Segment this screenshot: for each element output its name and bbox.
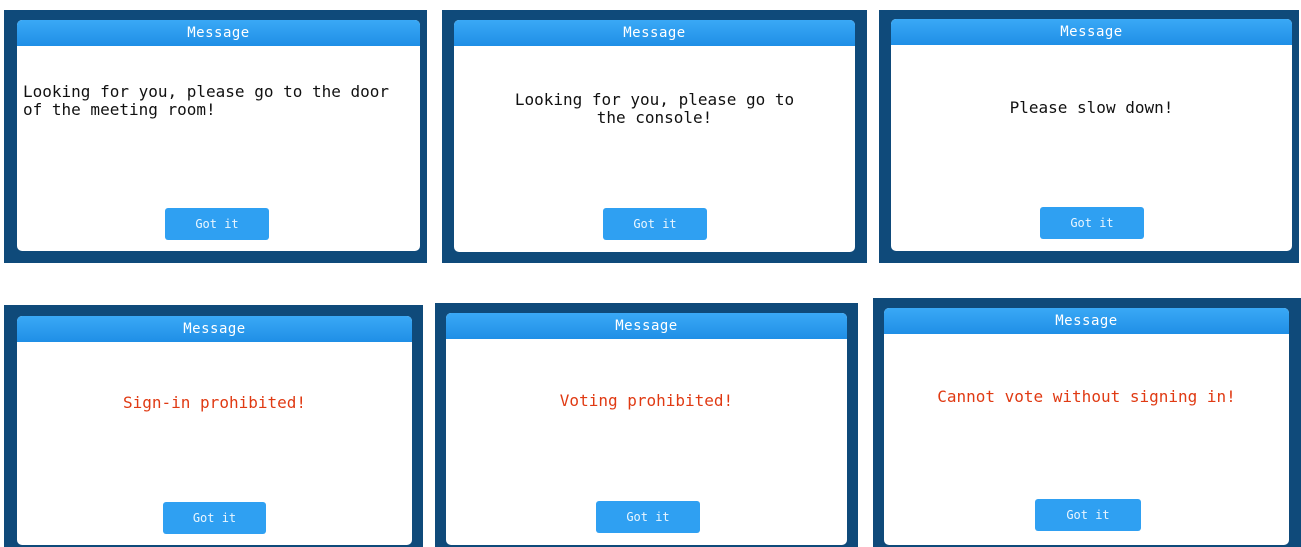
- message-dialog: Message Cannot vote without signing in! …: [884, 308, 1289, 545]
- dialog-frame-sign-in-prohibited: Message Sign-in prohibited! Got it: [4, 305, 423, 547]
- got-it-button[interactable]: Got it: [603, 208, 707, 240]
- message-dialog: Message Please slow down! Got it: [891, 19, 1292, 251]
- dialog-frame-console: Message Looking for you, please go to th…: [442, 10, 867, 263]
- dialog-gallery: Message Looking for you, please go to th…: [0, 0, 1301, 547]
- got-it-button[interactable]: Got it: [165, 208, 269, 240]
- dialog-message: Looking for you, please go to the consol…: [514, 89, 795, 127]
- dialog-frame-slow-down: Message Please slow down! Got it: [879, 10, 1299, 263]
- dialog-title: Message: [446, 313, 847, 339]
- dialog-frame-voting-prohibited: Message Voting prohibited! Got it: [435, 303, 858, 547]
- message-dialog: Message Sign-in prohibited! Got it: [17, 316, 412, 545]
- dialog-warning-message: Sign-in prohibited!: [122, 392, 307, 412]
- got-it-button[interactable]: Got it: [1040, 207, 1144, 239]
- dialog-warning-message: Voting prohibited!: [559, 391, 734, 410]
- got-it-button[interactable]: Got it: [1035, 499, 1141, 531]
- message-dialog: Message Looking for you, please go to th…: [17, 20, 420, 251]
- dialog-warning-message: Cannot vote without signing in!: [937, 386, 1236, 406]
- dialog-title: Message: [454, 20, 855, 46]
- got-it-button[interactable]: Got it: [163, 502, 266, 534]
- dialog-title: Message: [17, 316, 412, 342]
- message-dialog: Message Voting prohibited! Got it: [446, 313, 847, 545]
- dialog-frame-vote-without-sign-in: Message Cannot vote without signing in! …: [873, 298, 1301, 547]
- dialog-title: Message: [884, 308, 1289, 334]
- dialog-message: Please slow down!: [1009, 97, 1174, 117]
- dialog-frame-door: Message Looking for you, please go to th…: [4, 10, 427, 263]
- got-it-button[interactable]: Got it: [596, 501, 700, 533]
- dialog-message: Looking for you, please go to the door o…: [23, 82, 390, 119]
- dialog-title: Message: [17, 20, 420, 46]
- message-dialog: Message Looking for you, please go to th…: [454, 20, 855, 252]
- dialog-title: Message: [891, 19, 1292, 45]
